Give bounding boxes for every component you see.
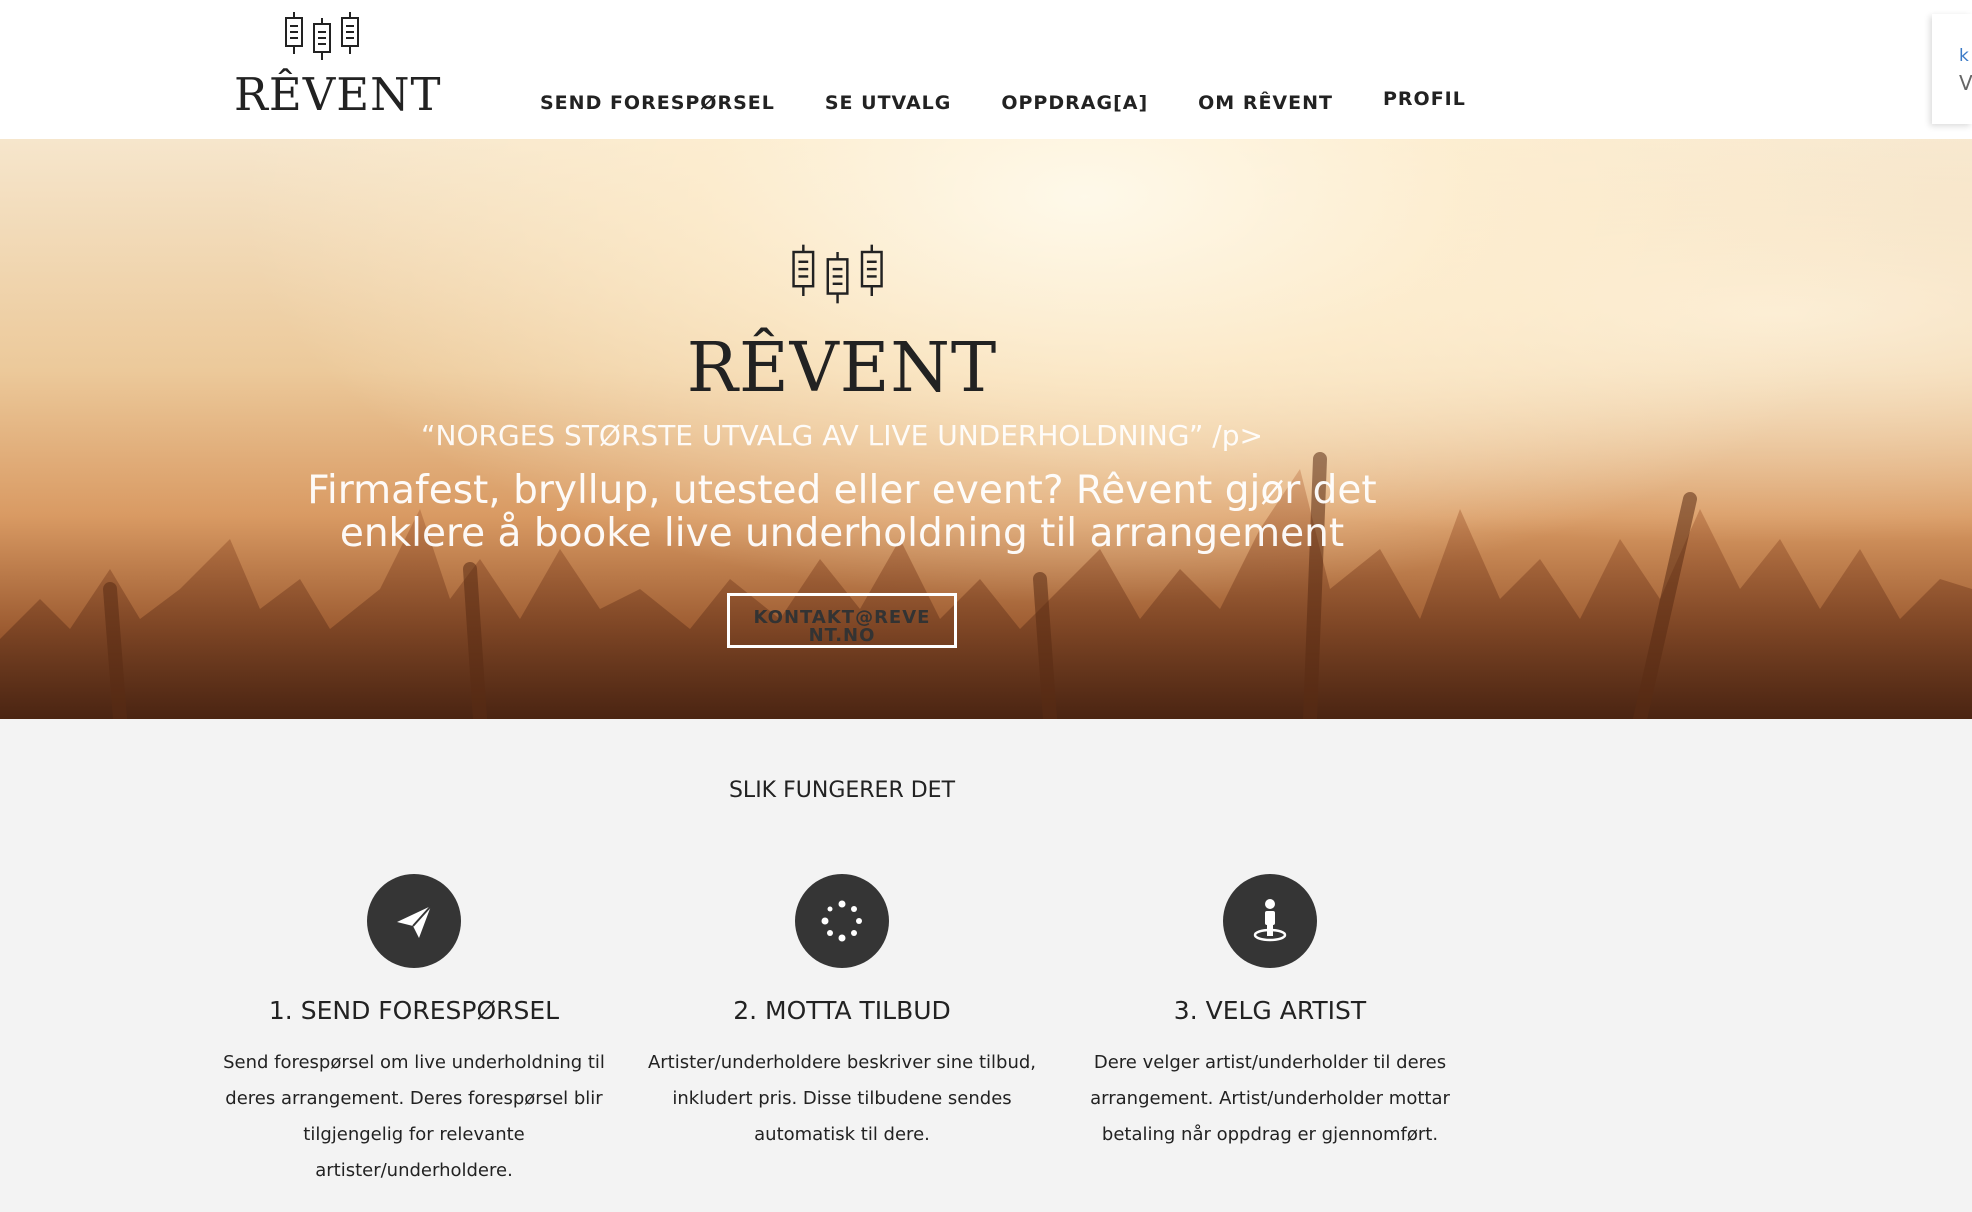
step-receive-offers: 2. MOTTA TILBUD Artister/underholdere be…	[632, 874, 1052, 1153]
step-description: Artister/underholdere beskriver sine til…	[647, 1052, 1037, 1145]
nav-profil[interactable]: PROFIL	[1383, 88, 1466, 114]
step-description: Dere velger artist/underholder til deres…	[1090, 1052, 1450, 1145]
nav-send-foresporsel[interactable]: SEND FORESPØRSEL	[540, 92, 775, 114]
hero-banner: RÊVENT “NORGES STØRSTE UTVALG AV LIVE UN…	[0, 139, 1972, 719]
logo-text: RÊVENT	[234, 68, 442, 121]
spinner-icon	[821, 900, 862, 942]
site-logo[interactable]: RÊVENT	[234, 10, 442, 122]
hero-title: RÊVENT	[686, 329, 998, 408]
step-title: 1. SEND FORESPØRSEL	[268, 996, 560, 1025]
step-icon-circle	[795, 874, 889, 968]
logo-lanterns-icon	[285, 12, 359, 60]
step-description: Send forespørsel om live underholdning t…	[223, 1052, 605, 1181]
site-header: RÊVENT SEND FORESPØRSEL SE UTVALG OPPDRA…	[0, 0, 1972, 139]
corner-popup-link[interactable]: k	[1959, 46, 1969, 66]
hero-tagline: “NORGES STØRSTE UTVALG AV LIVE UNDERHOLD…	[421, 419, 1263, 452]
nav-oppdrag[interactable]: OPPDRAG[A]	[1001, 92, 1148, 114]
hero-subtitle: Firmafest, bryllup, utested eller event?…	[307, 468, 1377, 556]
person-pin-icon	[1253, 899, 1287, 942]
step-icon-circle	[367, 874, 461, 968]
hero-lanterns-icon	[792, 244, 883, 304]
step-title: 3. VELG ARTIST	[1173, 996, 1367, 1025]
main-nav: SEND FORESPØRSEL SE UTVALG OPPDRAG[A] OM…	[540, 88, 1516, 114]
nav-om-revent[interactable]: OM RÊVENT	[1198, 92, 1333, 114]
paper-plane-icon	[397, 905, 432, 938]
how-it-works-heading: SLIK FUNGERER DET	[728, 778, 956, 803]
contact-email-button[interactable]: KONTAKT@REVENT.NO	[727, 593, 957, 648]
corner-popup-card[interactable]: k V	[1932, 14, 1972, 124]
step-choose-artist: 3. VELG ARTIST Dere velger artist/underh…	[1060, 874, 1480, 1153]
nav-se-utvalg[interactable]: SE UTVALG	[825, 92, 952, 114]
step-icon-circle	[1223, 874, 1317, 968]
step-title: 2. MOTTA TILBUD	[733, 996, 951, 1025]
step-send-request: 1. SEND FORESPØRSEL Send forespørsel om …	[204, 874, 624, 1189]
corner-popup-text: V	[1959, 71, 1972, 95]
